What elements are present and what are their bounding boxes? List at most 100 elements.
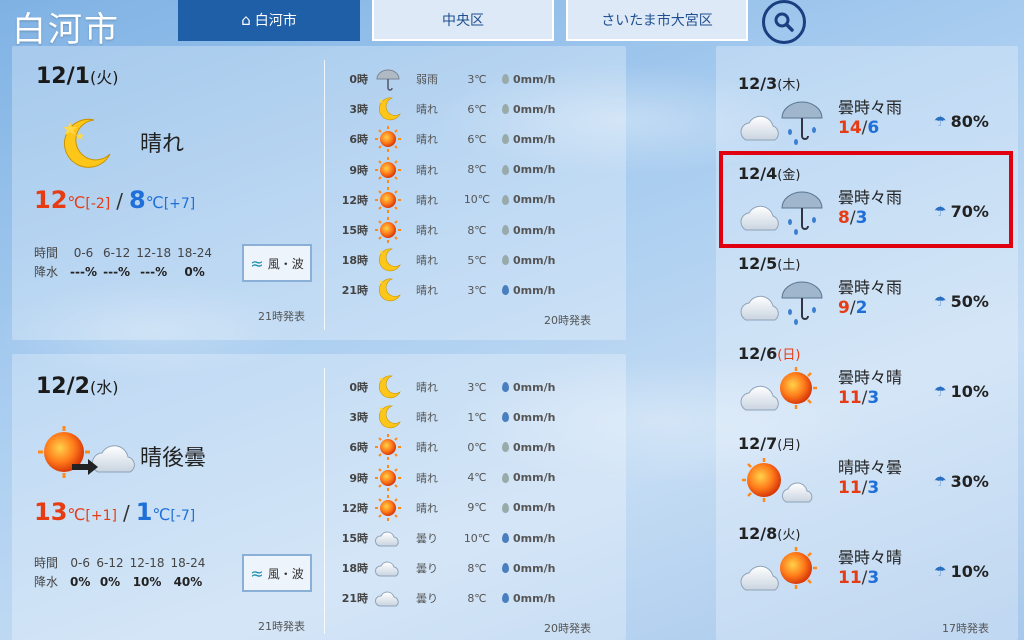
hourly-precip: 0mm/h bbox=[502, 103, 572, 116]
hourly-hour: 15時 bbox=[341, 532, 368, 545]
weekly-pop: ☂ 80% bbox=[934, 112, 989, 131]
sun-cloud-icon bbox=[742, 458, 813, 503]
cloud-icon bbox=[374, 531, 399, 547]
moon-icon bbox=[378, 278, 401, 302]
sun-icon bbox=[375, 156, 401, 183]
day1-panel: 12/1(火) 晴れ 12℃[-2]/8℃[+7] 時間 0-6 6-12 12-18… bbox=[12, 46, 626, 340]
hourly-temp: 6℃ bbox=[467, 102, 487, 116]
hourly-hour: 9時 bbox=[349, 471, 368, 485]
hourly-temp: 10℃ bbox=[463, 193, 491, 207]
raindrop-icon bbox=[502, 104, 509, 115]
weekly-day-row[interactable]: 12/7(月) 晴時々曇 11/3 ☂ 30% bbox=[716, 422, 1018, 516]
sun-icon bbox=[375, 434, 401, 461]
raindrop-icon bbox=[502, 382, 509, 392]
hourly-weather: 晴れ bbox=[416, 381, 438, 394]
weekly-panel: 12/3(木) 曇時々雨 14/6 ☂ 80% 12/4(金) 曇時々雨 8/3 … bbox=[716, 46, 1018, 640]
cloud-icon bbox=[374, 591, 399, 607]
hourly-weather: 晴れ bbox=[416, 163, 438, 177]
hourly-temp: 3℃ bbox=[467, 380, 487, 394]
sun-icon bbox=[375, 186, 401, 213]
day1-high: 12 bbox=[34, 186, 68, 214]
moon-icon bbox=[378, 405, 401, 429]
hourly-row: 3時 晴れ 6℃ 0mm/h bbox=[338, 97, 572, 121]
weekly-weather: 曇時々雨 bbox=[838, 98, 903, 117]
hourly-temp: 8℃ bbox=[467, 163, 487, 177]
raindrop-icon bbox=[502, 194, 509, 205]
hourly-precip: 0mm/h bbox=[502, 532, 572, 545]
raindrop-icon bbox=[502, 255, 509, 266]
hourly-row: 0時 晴れ 3℃ 0mm/h bbox=[338, 375, 572, 399]
hourly-weather: 曇り bbox=[416, 562, 438, 576]
hourly-weather: 曇り bbox=[416, 532, 438, 545]
hourly-precip: 0mm/h bbox=[502, 562, 572, 575]
hourly-temp: 4℃ bbox=[467, 471, 487, 485]
moon-icon bbox=[378, 97, 401, 121]
umbrella-icon: ☂ bbox=[934, 473, 947, 490]
weekly-pop: ☂ 10% bbox=[934, 562, 989, 581]
hourly-precip: 0mm/h bbox=[502, 471, 572, 484]
moon-icon bbox=[378, 248, 401, 272]
raindrop-icon bbox=[502, 593, 509, 604]
umbrella-icon: ☂ bbox=[934, 383, 947, 400]
raindrop-icon bbox=[502, 563, 509, 574]
weekly-day-row[interactable]: 12/6(日) 曇時々晴 11/3 ☂ 10% bbox=[716, 332, 1018, 426]
hourly-weather: 晴れ bbox=[416, 224, 438, 237]
hourly-weather: 曇り bbox=[416, 592, 438, 606]
weekly-issued: 17時発表 bbox=[942, 622, 989, 635]
hourly-row: 6時 晴れ 0℃ 0mm/h bbox=[338, 434, 572, 461]
hourly-precip: 0mm/h bbox=[502, 381, 572, 394]
hourly-temp: 6℃ bbox=[467, 132, 487, 146]
hourly-row: 6時 晴れ 6℃ 0mm/h bbox=[338, 126, 572, 153]
hourly-row: 0時 弱雨 3℃ 0mm/h bbox=[338, 68, 572, 91]
day1-issued: 21時発表 bbox=[258, 310, 305, 323]
hourly-weather: 晴れ bbox=[416, 284, 438, 298]
tab-label: 白河市 bbox=[254, 12, 297, 29]
day2-wind-wave-button[interactable]: ≈ 風・波 bbox=[242, 554, 312, 592]
search-button[interactable] bbox=[762, 0, 806, 44]
wave-icon: ≈ bbox=[250, 253, 264, 273]
hourly-precip: 0mm/h bbox=[502, 133, 572, 146]
hourly-row: 21時 晴れ 3℃ 0mm/h bbox=[338, 278, 572, 302]
divider bbox=[324, 368, 325, 634]
hourly-row: 21時 曇り 8℃ 0mm/h bbox=[338, 587, 572, 609]
weekly-date: 12/6(日) bbox=[738, 344, 801, 363]
cloud-sun-icon bbox=[740, 367, 817, 411]
hourly-weather: 晴れ bbox=[416, 411, 438, 425]
weekly-date: 12/8(火) bbox=[738, 524, 801, 543]
sun-icon bbox=[375, 464, 401, 491]
hourly-precip: 0mm/h bbox=[502, 501, 572, 514]
hourly-temp: 0℃ bbox=[467, 440, 487, 454]
hourly-hour: 18時 bbox=[341, 562, 368, 576]
cloud-rain-icon bbox=[740, 101, 823, 145]
day2-date: 12/2(水) bbox=[36, 374, 119, 399]
hourly-weather: 晴れ bbox=[416, 103, 438, 117]
raindrop-icon bbox=[502, 442, 509, 453]
hourly-precip: 0mm/h bbox=[502, 73, 572, 86]
hourly-hour: 18時 bbox=[341, 254, 368, 268]
tab-omiya[interactable]: さいたま市大宮区 bbox=[566, 0, 748, 41]
day2-weather: 晴後曇 bbox=[140, 446, 207, 471]
hourly-hour: 9時 bbox=[349, 163, 368, 177]
tab-shirakawa[interactable]: ⌂ 白河市 bbox=[178, 0, 360, 41]
tab-chuo[interactable]: 中央区 bbox=[372, 0, 554, 41]
raindrop-icon bbox=[502, 285, 509, 296]
weekly-day-row[interactable]: 12/3(木) 曇時々雨 14/6 ☂ 80% bbox=[716, 62, 1018, 156]
raindrop-icon bbox=[502, 225, 509, 235]
hourly-hour: 12時 bbox=[341, 193, 368, 207]
weekly-day-row[interactable]: 12/8(火) 曇時々晴 11/3 ☂ 10% bbox=[716, 512, 1018, 606]
hourly-row: 18時 晴れ 5℃ 0mm/h bbox=[338, 248, 572, 272]
hourly-temp: 3℃ bbox=[467, 72, 487, 86]
hourly-row: 3時 晴れ 1℃ 0mm/h bbox=[338, 405, 572, 429]
hourly-precip: 0mm/h bbox=[502, 193, 572, 206]
hourly-row: 9時 晴れ 4℃ 0mm/h bbox=[338, 464, 572, 491]
hourly-precip: 0mm/h bbox=[502, 284, 572, 297]
day1-wind-wave-button[interactable]: ≈ 風・波 bbox=[242, 244, 312, 282]
weekly-day-row[interactable]: 12/5(土) 曇時々雨 9/2 ☂ 50% bbox=[716, 242, 1018, 336]
home-icon: ⌂ bbox=[241, 10, 251, 29]
divider bbox=[324, 60, 325, 330]
hourly-precip: 0mm/h bbox=[502, 163, 572, 176]
hourly-temp: 8℃ bbox=[467, 561, 487, 575]
raindrop-icon bbox=[502, 502, 509, 513]
day1-hourly-issued: 20時発表 bbox=[544, 314, 591, 327]
hourly-weather: 晴れ bbox=[416, 441, 438, 455]
